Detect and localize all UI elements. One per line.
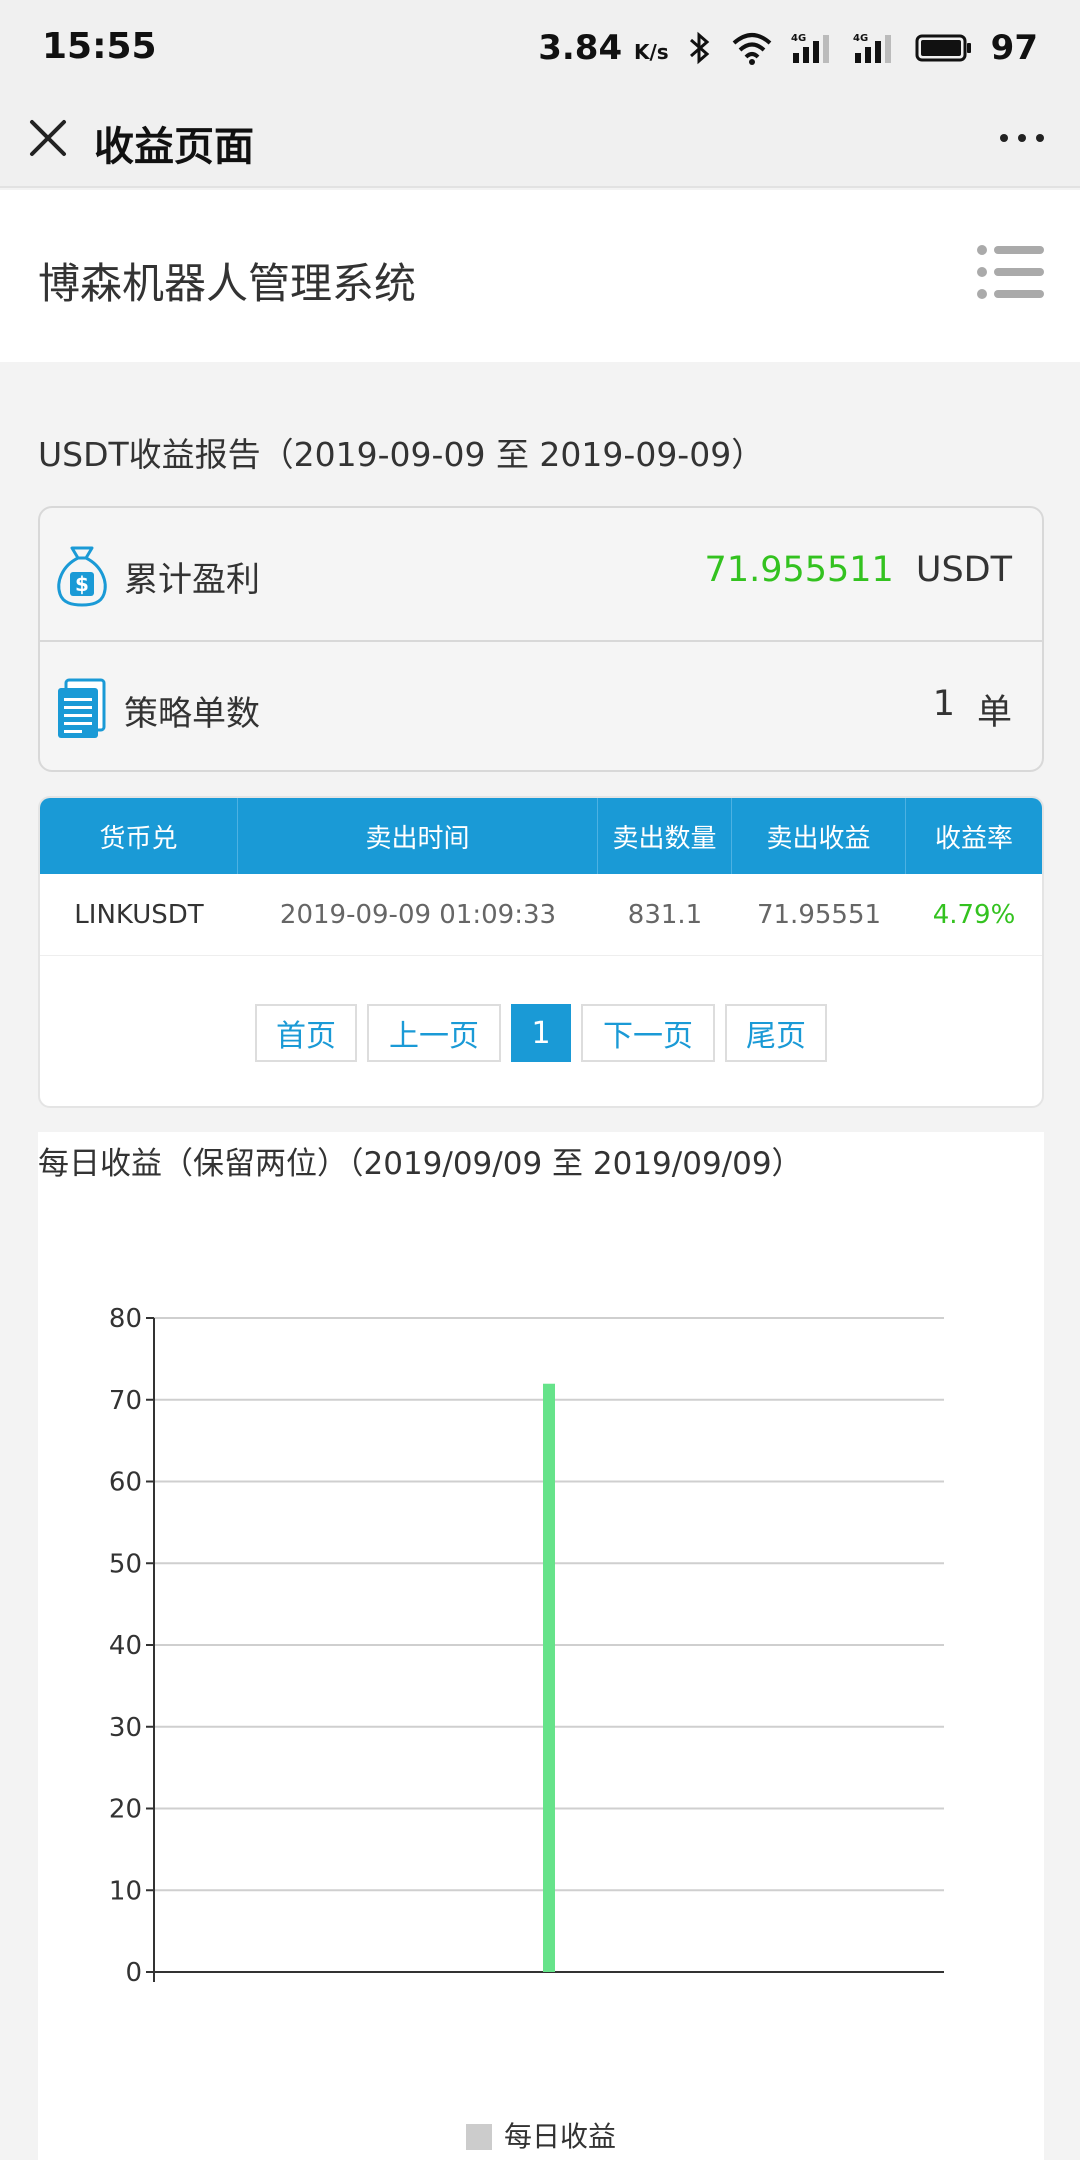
signal-4g-icon: 4G (791, 33, 829, 63)
chart-canvas: 0 10 20 30 40 50 60 70 80 每日收益 (109, 1304, 944, 2153)
profit-row: $ 累计盈利 71.955511 USDT (40, 508, 1042, 640)
y-tick-label: 0 (125, 1958, 142, 1988)
current-page-button[interactable]: 1 (511, 1004, 571, 1062)
table-row: LINKUSDT 2019-09-09 01:09:33 831.1 71.95… (40, 874, 1042, 956)
y-tick-label: 60 (109, 1468, 142, 1498)
cell-sell-time: 2019-09-09 01:09:33 (279, 899, 557, 930)
y-tick-label: 40 (109, 1631, 142, 1661)
column-header-rate: 收益率 (934, 823, 1013, 854)
page-title: 收益页面 (94, 124, 254, 170)
column-header-sell-time: 卖出时间 (238, 798, 598, 874)
app-title: 博森机器人管理系统 (38, 259, 417, 308)
close-icon[interactable] (24, 114, 72, 162)
last-page-button[interactable]: 尾页 (725, 1004, 827, 1062)
first-page-button[interactable]: 首页 (255, 1004, 357, 1062)
orders-count: 1 (932, 684, 955, 724)
status-icons: 3.84 K/s 4G 4G 97 (538, 24, 1038, 72)
document-list-icon (58, 678, 106, 738)
y-tick-label: 70 (109, 1386, 142, 1416)
profit-amount: 71.955511 (704, 550, 894, 590)
status-bar: 15:55 3.84 K/s 4G 4G 97 (0, 0, 1080, 96)
orders-unit: 单 (976, 693, 1012, 733)
orders-label: 策略单数 (124, 694, 260, 734)
svg-text:4G: 4G (791, 33, 806, 44)
y-tick-label: 50 (109, 1549, 142, 1579)
svg-text:$: $ (75, 572, 89, 596)
legend-label: 每日收益 (504, 2120, 616, 2153)
orders-value: 1 单 (933, 684, 1012, 735)
column-header-pair: 货币兑 (40, 798, 238, 874)
y-tick-label: 30 (109, 1713, 142, 1743)
next-page-button[interactable]: 下一页 (581, 1004, 715, 1062)
pagination: 首页 上一页 1 下一页 尾页 (40, 1004, 1042, 1062)
bar (543, 1383, 555, 1972)
title-bar: 收益页面 (0, 96, 1080, 188)
money-bag-icon: $ (57, 546, 107, 607)
column-header-profit: 卖出收益 (732, 798, 906, 874)
battery-icon (915, 34, 971, 62)
cell-quantity: 831.1 (627, 899, 703, 930)
list-menu-icon[interactable] (976, 242, 1046, 302)
sales-table: 货币兑 卖出时间 卖出数量 卖出收益 收益率 LINKUSDT 2019-09-… (38, 796, 1044, 1108)
chart-title: 每日收益（保留两位）（2019/09/09 至 2019/09/09） (38, 1146, 803, 1182)
daily-profit-chart: 0 10 20 30 40 50 60 70 80 每日收益 每日收益（保留两位）（2019/09… (38, 1132, 1044, 2160)
profit-unit: USDT (915, 550, 1012, 590)
wifi-icon (732, 33, 771, 65)
status-time: 15:55 (42, 26, 157, 67)
column-header-quantity: 卖出数量 (598, 798, 732, 874)
y-tick-label: 10 (109, 1876, 142, 1906)
y-tick-label: 80 (109, 1304, 142, 1334)
more-icon[interactable] (994, 116, 1050, 160)
profit-value: 71.955511 USDT (705, 550, 1012, 590)
report-title: USDT收益报告（2019-09-09 至 2019-09-09） (38, 435, 765, 474)
bluetooth-icon (689, 31, 709, 65)
cell-pair: LINKUSDT (74, 899, 204, 930)
app-header: 博森机器人管理系统 (0, 190, 1080, 362)
orders-row: 策略单数 1 单 (40, 640, 1042, 770)
battery-level: 97 (990, 28, 1038, 68)
legend-swatch (466, 2124, 492, 2150)
cell-profit: 71.95551 (756, 899, 882, 930)
summary-card: $ 累计盈利 71.955511 USDT 策略单数 1 单 (38, 506, 1044, 772)
table-header: 货币兑 卖出时间 卖出数量 卖出收益 收益率 (40, 798, 1042, 874)
y-tick-label: 20 (109, 1795, 142, 1825)
profit-label: 累计盈利 (124, 560, 260, 600)
svg-text:4G: 4G (853, 33, 868, 44)
network-speed: 3.84 K/s (538, 28, 669, 68)
cell-rate: 4.79% (932, 899, 1016, 930)
prev-page-button[interactable]: 上一页 (367, 1004, 501, 1062)
signal-4g-icon: 4G (853, 33, 891, 63)
